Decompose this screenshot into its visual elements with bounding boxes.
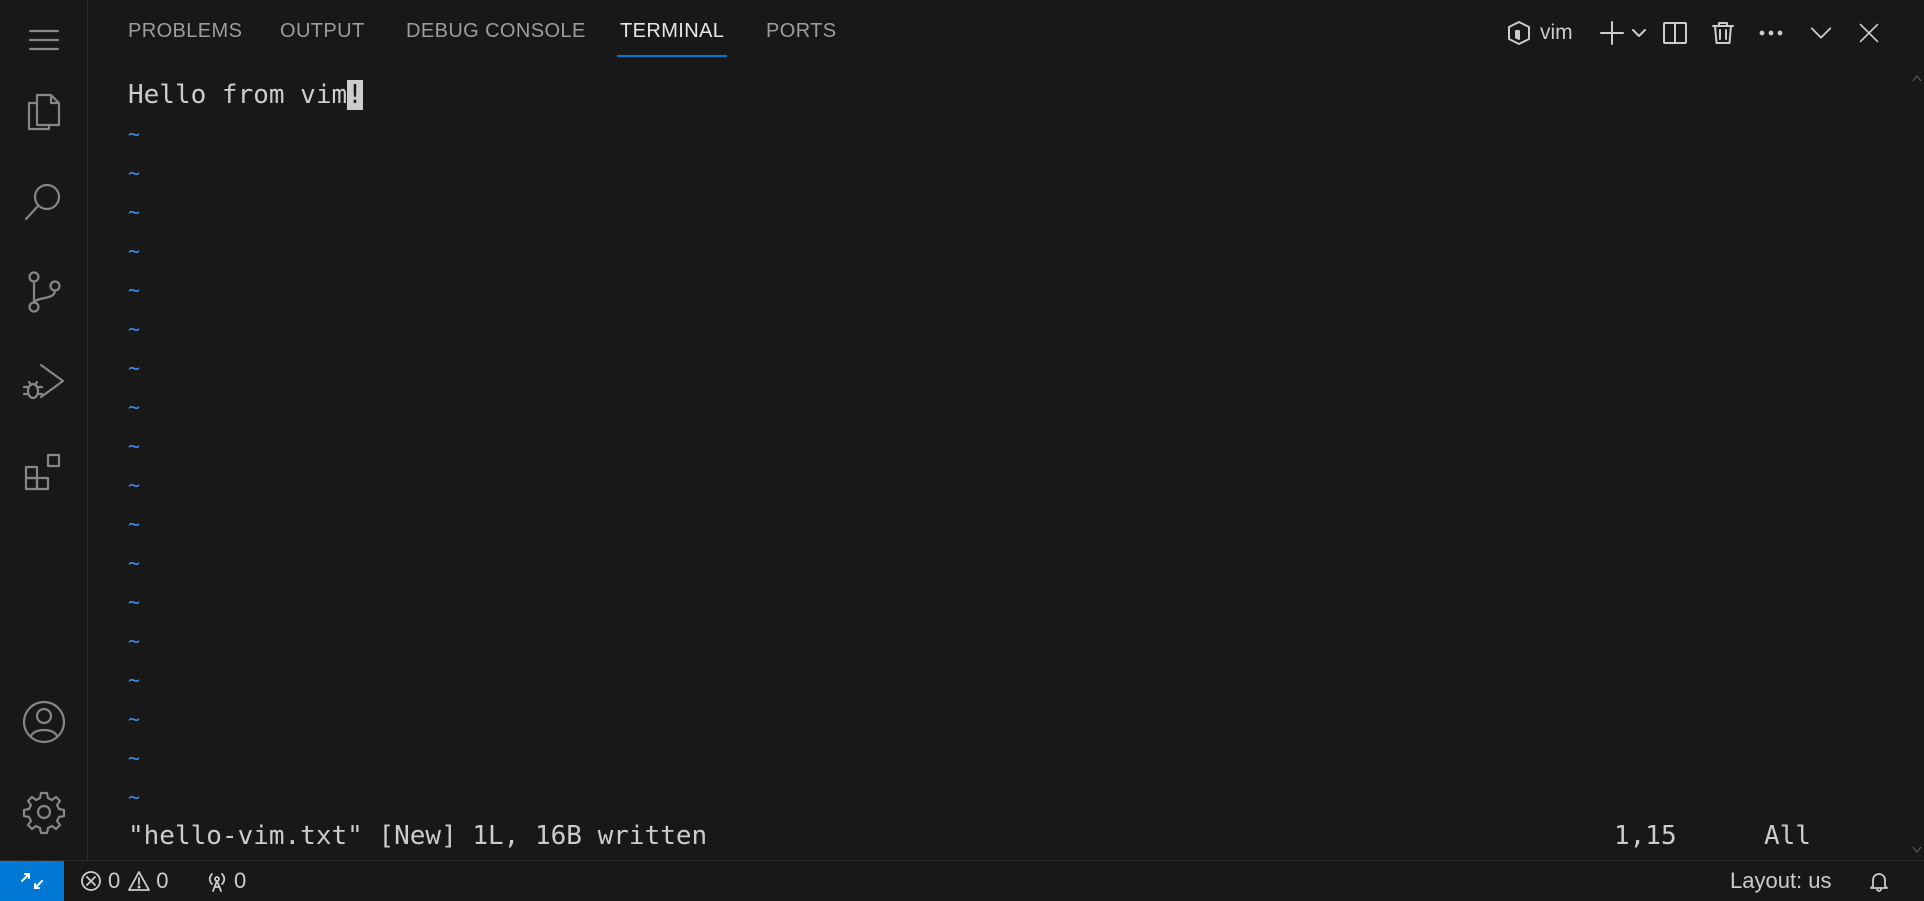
warning-count: 0 [156, 868, 169, 893]
broadcast-icon [208, 873, 226, 892]
terminal-selector[interactable]: vim [1506, 10, 1586, 56]
terminal-dropdown-button[interactable] [1628, 10, 1650, 56]
ports-count: 0 [234, 868, 247, 893]
split-editor-icon [1663, 22, 1687, 44]
panel-tabs: PROBLEMS OUTPUT DEBUG CONSOLE TERMINAL P… [88, 0, 1924, 66]
hamburger-menu-icon [28, 29, 60, 51]
plus-icon [1600, 21, 1624, 45]
extensions-icon [24, 453, 61, 491]
empty-line-marker: ~ [128, 473, 141, 497]
keyboard-layout-label: Layout: us [1730, 868, 1832, 893]
empty-line-marker: ~ [128, 512, 141, 536]
gear-icon [22, 791, 66, 835]
manage-button[interactable] [0, 772, 88, 852]
empty-line-marker: ~ [128, 317, 141, 341]
error-icon [81, 871, 101, 891]
empty-line-marker: ~ [128, 551, 141, 575]
remote-icon [21, 873, 43, 889]
terminal-shell-icon [1508, 21, 1530, 45]
chevron-down-icon [1632, 29, 1646, 37]
menu-button[interactable] [0, 0, 88, 80]
vim-scroll-position: All [1764, 821, 1811, 851]
empty-line-marker: ~ [128, 278, 141, 302]
search-icon [24, 183, 61, 221]
vim-status-message: "hello-vim.txt" [New] 1L, 16B written [128, 821, 708, 851]
error-count: 0 [108, 868, 121, 893]
empty-line-marker: ~ [128, 668, 141, 692]
more-actions-button[interactable] [1754, 10, 1788, 56]
ellipsis-icon [1759, 30, 1783, 36]
empty-line-marker: ~ [128, 707, 141, 731]
account-icon [22, 700, 66, 744]
activity-bar [0, 0, 88, 860]
run-debug-button[interactable] [0, 342, 88, 422]
trash-icon [1712, 22, 1734, 44]
kill-terminal-button[interactable] [1706, 10, 1740, 56]
panel-actions: vim [88, 10, 1924, 56]
chevron-down-icon [1810, 27, 1832, 39]
keyboard-layout-indicator[interactable]: Layout: us [1730, 861, 1832, 901]
terminal-output[interactable]: Hello from vim! ~ ~ ~ ~ ~ ~ ~ ~ ~ ~ ~ ~ ~ ~ ~ ~ ~ ~ "hell… [128, 78, 1884, 860]
panel: PROBLEMS OUTPUT DEBUG CONSOLE TERMINAL P… [88, 0, 1924, 860]
close-icon [1859, 23, 1879, 43]
empty-line-marker: ~ [128, 356, 141, 380]
warning-icon [128, 871, 151, 891]
empty-line-marker: ~ [128, 785, 141, 809]
split-terminal-button[interactable] [1658, 10, 1692, 56]
text-cursor: ! [347, 80, 363, 110]
close-panel-button[interactable] [1852, 10, 1886, 56]
run-debug-icon [22, 363, 65, 400]
extensions-button[interactable] [0, 432, 88, 512]
ports-indicator[interactable]: 0 [206, 861, 246, 901]
source-control-icon [28, 271, 61, 313]
empty-line-marker: ~ [128, 629, 141, 653]
accounts-button[interactable] [0, 682, 88, 762]
empty-line-marker: ~ [128, 434, 141, 458]
scroll-down-arrow-icon[interactable] [1912, 846, 1922, 854]
empty-line-marker: ~ [128, 161, 141, 185]
explorer-button[interactable] [0, 72, 88, 152]
new-terminal-button[interactable] [1596, 10, 1628, 56]
empty-line-marker: ~ [128, 122, 141, 146]
notifications-button[interactable] [1868, 861, 1890, 901]
maximize-panel-button[interactable] [1804, 10, 1838, 56]
empty-line-marker: ~ [128, 239, 141, 263]
files-icon [27, 93, 61, 131]
scroll-up-arrow-icon[interactable] [1912, 74, 1922, 82]
buffer-text: Hello from vim [128, 80, 348, 110]
problems-indicator[interactable]: 0 0 [80, 861, 169, 901]
bell-icon [1870, 873, 1888, 892]
empty-line-marker: ~ [128, 746, 141, 770]
terminal-line: Hello from vim! [128, 78, 363, 112]
vim-ruler: 1,15 [1614, 821, 1677, 851]
empty-line-marker: ~ [128, 590, 141, 614]
remote-indicator-button[interactable] [0, 861, 64, 901]
search-button[interactable] [0, 162, 88, 242]
empty-line-marker: ~ [128, 395, 141, 419]
status-bar: 0 0 0 Layout: us [0, 860, 1924, 901]
empty-line-marker: ~ [128, 200, 141, 224]
source-control-button[interactable] [0, 252, 88, 332]
terminal-name: vim [1540, 21, 1573, 44]
